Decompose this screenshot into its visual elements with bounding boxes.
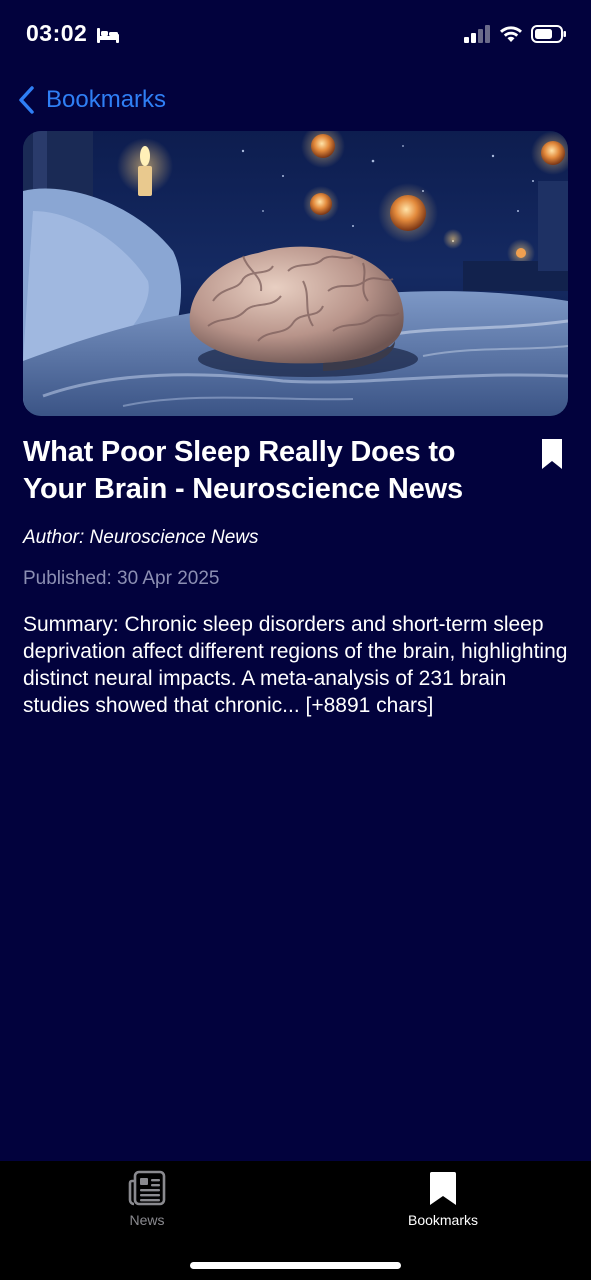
bookmark-icon (430, 1172, 456, 1205)
back-button[interactable]: Bookmarks (16, 84, 166, 116)
status-time: 03:02 (26, 20, 88, 46)
article-image (23, 131, 568, 416)
tab-bookmarks-label: Bookmarks (407, 1212, 479, 1228)
home-indicator[interactable] (190, 1262, 401, 1269)
back-label: Bookmarks (46, 86, 167, 113)
status-bar: 03:02 (0, 0, 591, 70)
article-published-date: Published: 30 Apr 2025 (23, 568, 220, 589)
signal-icon (464, 25, 490, 43)
tab-news-label: News (129, 1212, 165, 1228)
newspaper-icon (128, 1170, 166, 1206)
article-summary: Summary: Chronic sleep disorders and sho… (23, 613, 568, 717)
status-indicators (463, 24, 567, 44)
wifi-icon (500, 26, 522, 42)
battery-icon (531, 25, 566, 43)
article-author: Author: Neuroscience News (23, 527, 259, 548)
bed-icon (97, 28, 119, 43)
tab-news[interactable]: News (67, 1169, 227, 1228)
bookmark-icon[interactable] (540, 437, 564, 471)
brain-on-bed-image (23, 131, 568, 416)
article-detail-screen: 03:02 Bookmarks What Poor Sleep Really D… (0, 0, 591, 1280)
chevron-left-icon (19, 86, 34, 114)
tab-bookmarks[interactable]: Bookmarks (363, 1169, 523, 1228)
article-title: What Poor Sleep Really Does to Your Brai… (23, 436, 463, 505)
